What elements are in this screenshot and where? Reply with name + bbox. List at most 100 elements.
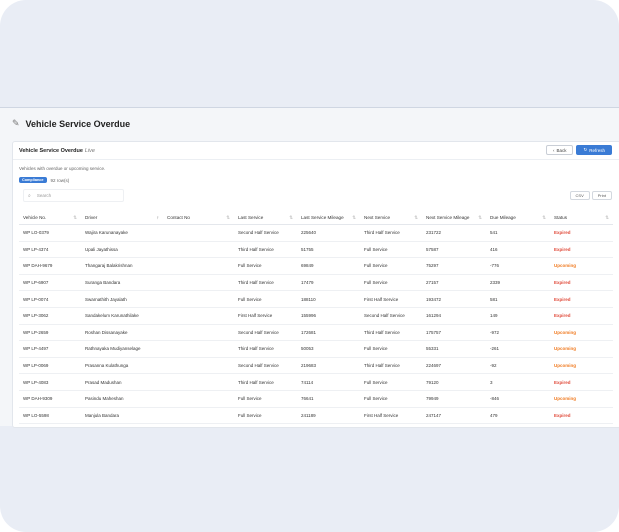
column-header-last-service-mileage[interactable]: Last Service Mileage ⇅ [297, 211, 360, 225]
next-service-cell: First Half Service [360, 407, 422, 425]
table-row[interactable]: WP LP-4374 Upali Jayathissa Third Half Ser… [19, 241, 613, 259]
table-row[interactable]: WP LP-6907 Suranga Bandara Third Half Serv… [19, 274, 613, 292]
column-header-driver[interactable]: Driver ↑ [81, 211, 163, 225]
table-row[interactable]: WP LO-0379 Wajira Karunanayake Second Half… [19, 224, 613, 242]
vehicle-no-cell: WP LP-0069 [19, 357, 81, 375]
table-row[interactable]: WP LP-0069 Prasanna Kulathunga Second Half… [19, 357, 613, 375]
print-button[interactable]: Print [591, 191, 612, 200]
table-row[interactable]: WP LP-0074 Swarnathith Jayalath Full Servi… [19, 290, 613, 308]
next-service-mileage-cell: 75601 [422, 423, 486, 427]
table-header-row: Vehicle No. ⇅ Driver ↑ Contact No ⇅ Last Se… [19, 211, 613, 225]
column-label: Last Service Mileage [301, 215, 344, 220]
due-mileage-cell: 149 [486, 307, 550, 325]
status-cell: Upcoming [550, 324, 613, 342]
vehicle-no-cell: WP LP-4497 [19, 340, 81, 358]
back-button[interactable]: ‹ Back [545, 145, 574, 155]
driver-cell: Sandakelum Karunathilake [81, 307, 163, 325]
card-subtitle: Vehicles with overdue or upcoming servic… [19, 166, 106, 171]
due-mileage-cell: 479 [486, 407, 550, 425]
table-body: WP LO-0379 Wajira Karunanayake Second Half… [19, 224, 613, 427]
column-header-due-mileage[interactable]: Due Mileage ⇅ [486, 211, 550, 225]
vehicle-no-cell: WP DAH-9309 [19, 390, 81, 408]
vehicle-no-cell: WP LP-4083 [19, 373, 81, 391]
vehicle-no-cell: WP LO-0379 [19, 224, 81, 242]
table-row[interactable]: KE UO-6077Kalupahana Jayawardana Full Ser… [19, 423, 613, 427]
next-service-cell: Full Service [360, 373, 422, 391]
service-table: Vehicle No. ⇅ Driver ↑ Contact No ⇅ Last Se… [19, 211, 613, 427]
last-service-mileage-cell: 69849 [297, 257, 360, 275]
status-cell: Expired [550, 274, 613, 292]
report-card: Vehicle Service Overdue Live ‹ Back ↻ Ref… [12, 141, 619, 428]
contact-no-cell [163, 224, 234, 242]
status-cell: Expired [550, 373, 613, 391]
status-cell: Upcoming [550, 390, 613, 408]
due-mileage-cell: 2339 [486, 274, 550, 292]
search-input[interactable] [36, 193, 107, 198]
vehicle-no-cell: WP LO-5598 [19, 407, 81, 425]
search-box[interactable]: ⌕ [23, 189, 124, 202]
contact-no-cell [163, 373, 234, 391]
next-service-cell: First Service [360, 423, 422, 427]
last-service-cell: Full Service [234, 407, 297, 425]
driver-cell: Suranga Bandara [81, 274, 163, 292]
csv-button[interactable]: CSV [569, 191, 590, 200]
live-indicator: Live [84, 148, 95, 154]
next-service-mileage-cell: 175757 [422, 324, 486, 342]
status-cell: Expired [550, 423, 613, 427]
due-mileage-cell: -261 [486, 340, 550, 358]
row-count: 92 row(s) [50, 177, 70, 183]
table-row[interactable]: WP LP-4497 Rathnayaka Mudiyanselage Third … [19, 340, 613, 358]
column-header-next-service-mileage[interactable]: Next Service Mileage ⇅ [422, 211, 486, 225]
refresh-button[interactable]: ↻ Refresh [576, 145, 612, 155]
next-service-cell: Full Service [360, 274, 422, 292]
last-service-cell: Full Service [234, 390, 297, 408]
column-header-contact-no[interactable]: Contact No ⇅ [163, 211, 234, 225]
card-header: Vehicle Service Overdue Live [19, 148, 95, 154]
table-row[interactable]: WP LP-2659 Roshan Dissanayake Second Half … [19, 324, 613, 342]
status-cell: Upcoming [550, 357, 613, 375]
table-row[interactable]: WP LP-3062 Sandakelum Karunathilake First … [19, 307, 613, 325]
contact-no-cell [163, 324, 234, 342]
column-label: Vehicle No. [23, 215, 47, 220]
table-row[interactable]: WP LO-5598 Manjula Bandara Full Service 241… [19, 407, 613, 425]
driver-cell: Prasanna Kulathunga [81, 357, 163, 375]
table-row[interactable]: WP DAH-9309 Pasindu Maheshan Full Service 7… [19, 390, 613, 408]
app-panel: ✎ Vehicle Service Overdue Vehicle Servic… [0, 107, 619, 428]
due-mileage-cell: 581 [486, 290, 550, 308]
vehicle-no-cell: WP LP-0074 [19, 290, 81, 308]
column-header-vehicle-no[interactable]: Vehicle No. ⇅ [19, 211, 81, 225]
last-service-cell: Third Half Service [234, 340, 297, 358]
driver-cell: Rathnayaka Mudiyanselage [81, 340, 163, 358]
table-row[interactable]: WP DAH-9679 Thangaraj Balakrishnan Full Se… [19, 257, 613, 275]
screenshot-frame: ✎ Vehicle Service Overdue Vehicle Servic… [0, 0, 619, 532]
refresh-icon: ↻ [583, 147, 588, 152]
sort-icon: ⇅ [414, 214, 418, 220]
column-header-status[interactable]: Status ⇅ [550, 211, 613, 225]
contact-no-cell [163, 423, 234, 427]
status-cell: Expired [550, 407, 613, 425]
vehicle-no-cell: KE UO-6077 [19, 423, 81, 427]
sort-ascending-icon: ↑ [156, 214, 159, 220]
next-service-cell: Full Service [360, 257, 422, 275]
last-service-cell: Third Half Service [234, 274, 297, 292]
driver-cell: Prasad Madushan [81, 373, 163, 391]
next-service-cell: Third Half Service [360, 224, 422, 242]
sort-icon: ⇅ [289, 214, 293, 220]
last-service-cell: Full Service [234, 423, 297, 427]
contact-no-cell [163, 274, 234, 292]
search-icon: ⌕ [28, 192, 31, 199]
last-service-mileage-cell: 225640 [297, 224, 360, 242]
sort-icon: ⇅ [352, 214, 356, 220]
last-service-mileage-cell: 241189 [297, 407, 360, 425]
contact-no-cell [163, 390, 234, 408]
column-header-next-service[interactable]: Next Service ⇅ [360, 211, 422, 225]
next-service-mileage-cell: 79120 [422, 373, 486, 391]
next-service-mileage-cell: 161294 [422, 307, 486, 325]
table-row[interactable]: WP LP-4083 Prasad Madushan Third Half Serv… [19, 373, 613, 391]
vehicle-no-cell: WP LP-6907 [19, 274, 81, 292]
last-service-cell: Full Service [234, 290, 297, 308]
column-header-last-service[interactable]: Last Service ⇅ [234, 211, 297, 225]
last-service-mileage-cell: 155996 [297, 307, 360, 325]
next-service-cell: Full Service [360, 241, 422, 259]
contact-no-cell [163, 290, 234, 308]
